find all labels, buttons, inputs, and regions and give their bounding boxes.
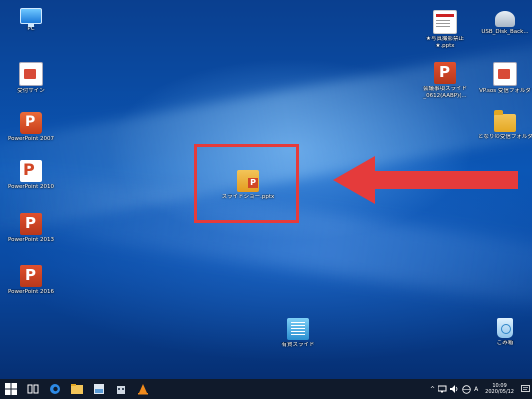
task-view-button[interactable] [22,379,44,399]
recycle-bin-icon [497,318,513,338]
desktop-icon-vp-folder[interactable]: VP.sos 受信フォルダ [478,62,532,95]
icon-label: PowerPoint 2007 [7,136,55,142]
icon-label: ごみ箱 [496,340,514,346]
document-icon [19,62,43,86]
taskbar-app-button[interactable] [110,379,132,399]
edge-browser-icon [50,384,60,394]
taskbar-explorer-button[interactable] [66,379,88,399]
icon-label: PowerPoint 2016 [7,289,55,295]
icon-label: USB_Disk_Back... [481,29,529,35]
clock-date: 2020/05/12 [485,389,514,395]
windows-logo-icon [5,383,17,395]
ime-mode-indicator[interactable]: A [474,386,478,393]
desktop-icon-powerpoint-2013[interactable]: PowerPoint 2013 [3,213,59,244]
desktop-icon-neighbor-folder[interactable]: となりの受信フォルダ [478,110,532,141]
powerpoint-icon [434,62,456,84]
desktop-icon-powerpoint-2010[interactable]: PowerPoint 2010 [3,160,59,191]
powerpoint-icon [20,160,42,182]
folder-icon [494,110,516,132]
language-globe-icon[interactable] [462,384,471,394]
document-icon [287,318,309,340]
icon-label: PowerPoint 2010 [7,184,55,190]
notification-icon [520,385,530,392]
arrow-left-icon [333,156,518,204]
file-explorer-icon [71,384,83,394]
powerpoint-icon [20,112,42,134]
desktop-icon-recycle-bin[interactable]: ごみ箱 [480,318,530,347]
icon-label: PowerPoint 2013 [7,237,55,243]
icon-label: となりの受信フォルダ [478,134,532,140]
icon-label: ★写真撮影禁止 ★.pptx [426,36,464,49]
icon-label: VP.sos 受信フォルダ [479,88,531,94]
start-button[interactable] [0,379,22,399]
powerpoint-icon [20,265,42,287]
volume-icon[interactable] [450,385,459,393]
action-center-button[interactable] [518,379,532,399]
desktop-icon-meeting-slide-file[interactable]: 会議事項スライド _0612(AABP)(... [415,62,475,100]
newspaper-document-icon [433,10,457,34]
desktop-icon-powerpoint-2007[interactable]: PowerPoint 2007 [3,112,59,143]
desktop-icon-powerpoint-2016[interactable]: PowerPoint 2016 [3,265,59,296]
taskbar: ^ A 10:09 2020/05/12 [0,379,532,399]
usb-drive-icon [495,11,515,27]
task-view-icon [27,384,39,394]
clock[interactable]: 10:09 2020/05/12 [485,383,514,395]
taskbar-app-button[interactable] [88,379,110,399]
vlc-cone-icon [138,384,148,395]
taskbar-edge-button[interactable] [44,379,66,399]
document-icon [493,62,517,86]
building-app-icon [117,386,125,394]
highlight-box [194,144,299,223]
desktop-icon-usb-disk[interactable]: USB_Disk_Back... [478,8,532,36]
desktop-icon-no-photography-file[interactable]: ★写真撮影禁止 ★.pptx [415,10,475,50]
network-icon[interactable] [438,385,447,393]
desktop-icon-rules-slide[interactable]: 有賀スライド [268,318,328,349]
powerpoint-icon [20,213,42,235]
pc-icon [20,8,42,27]
desktop-icon-pc[interactable]: PC [3,4,59,33]
icon-label: PC [27,26,35,32]
icon-label: 会議事項スライド _0612(AABP)(... [422,86,467,99]
tray-chevron-button[interactable]: ^ [430,386,435,393]
image-app-icon [94,384,104,394]
desktop-icon-reception-sign[interactable]: 受付サイン [3,62,59,95]
icon-label: 受付サイン [17,88,45,94]
desktop[interactable]: PC 受付サイン PowerPoint 2007 PowerPoint 2010… [0,0,532,379]
icon-label: 有賀スライド [281,342,315,348]
system-tray: ^ A 10:09 2020/05/12 [427,379,532,399]
taskbar-vlc-button[interactable] [132,379,154,399]
